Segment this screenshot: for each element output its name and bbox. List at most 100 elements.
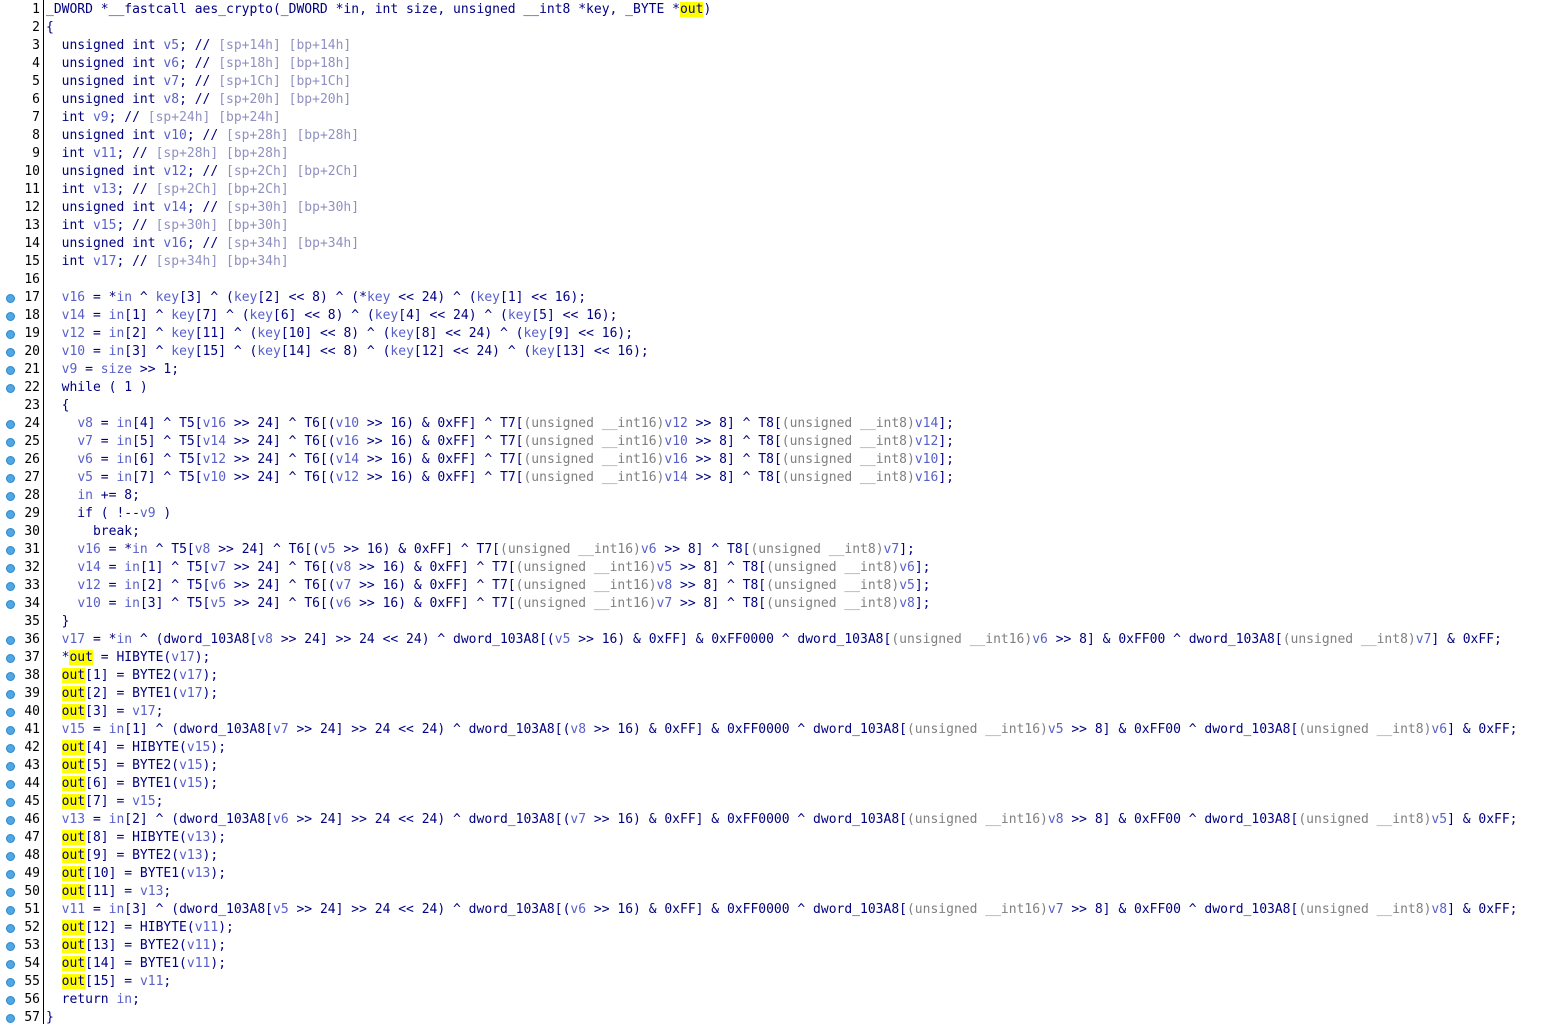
code-line[interactable]: 42 out[4] = HIBYTE(v15); (0, 739, 1562, 757)
code-line[interactable]: 14 unsigned int v16; // [sp+34h] [bp+34h… (0, 235, 1562, 253)
code-text[interactable]: unsigned int v8; // [sp+20h] [bp+20h] (44, 91, 352, 109)
code-line[interactable]: 37 *out = HIBYTE(v17); (0, 649, 1562, 667)
code-text[interactable]: v13 = in[2] ^ (dword_103A8[v6 >> 24] >> … (44, 811, 1518, 829)
code-text[interactable]: v16 = *in ^ key[3] ^ (key[2] << 8) ^ (*k… (44, 289, 586, 307)
code-line[interactable]: 44 out[6] = BYTE1(v15); (0, 775, 1562, 793)
code-line[interactable]: 56 return in; (0, 991, 1562, 1009)
code-line[interactable]: 39 out[2] = BYTE1(v17); (0, 685, 1562, 703)
code-text[interactable]: v11 = in[3] ^ (dword_103A8[v5 >> 24] >> … (44, 901, 1518, 919)
code-text[interactable]: *out = HIBYTE(v17); (44, 649, 210, 667)
code-line[interactable]: 34 v10 = in[3] ^ T5[v5 >> 24] ^ T6[(v6 >… (0, 595, 1562, 613)
code-text[interactable]: out[13] = BYTE2(v11); (44, 937, 226, 955)
code-text[interactable]: in += 8; (44, 487, 140, 505)
code-text[interactable]: out[14] = BYTE1(v11); (44, 955, 226, 973)
code-line[interactable]: 8 unsigned int v10; // [sp+28h] [bp+28h] (0, 127, 1562, 145)
code-line[interactable]: 20 v10 = in[3] ^ key[15] ^ (key[14] << 8… (0, 343, 1562, 361)
code-line[interactable]: 33 v12 = in[2] ^ T5[v6 >> 24] ^ T6[(v7 >… (0, 577, 1562, 595)
code-line[interactable]: 32 v14 = in[1] ^ T5[v7 >> 24] ^ T6[(v8 >… (0, 559, 1562, 577)
code-text[interactable]: v5 = in[7] ^ T5[v10 >> 24] ^ T6[(v12 >> … (44, 469, 954, 487)
code-line[interactable]: 36 v17 = *in ^ (dword_103A8[v8 >> 24] >>… (0, 631, 1562, 649)
code-line[interactable]: 7 int v9; // [sp+24h] [bp+24h] (0, 109, 1562, 127)
code-text[interactable]: v12 = in[2] ^ T5[v6 >> 24] ^ T6[(v7 >> 1… (44, 577, 930, 595)
code-line[interactable]: 6 unsigned int v8; // [sp+20h] [bp+20h] (0, 91, 1562, 109)
code-line[interactable]: 4 unsigned int v6; // [sp+18h] [bp+18h] (0, 55, 1562, 73)
code-line[interactable]: 53 out[13] = BYTE2(v11); (0, 937, 1562, 955)
code-text[interactable]: out[15] = v11; (44, 973, 171, 991)
code-line[interactable]: 11 int v13; // [sp+2Ch] [bp+2Ch] (0, 181, 1562, 199)
code-text[interactable]: } (44, 613, 70, 631)
code-line[interactable]: 57} (0, 1009, 1562, 1027)
code-line[interactable]: 28 in += 8; (0, 487, 1562, 505)
code-text[interactable]: if ( !--v9 ) (44, 505, 171, 523)
pseudocode-editor[interactable]: 1 _DWORD *__fastcall aes_crypto(_DWORD *i… (0, 0, 1562, 1027)
code-text[interactable]: unsigned int v5; // [sp+14h] [bp+14h] (44, 37, 352, 55)
code-line[interactable]: 48 out[9] = BYTE2(v13); (0, 847, 1562, 865)
code-text[interactable]: v12 = in[2] ^ key[11] ^ (key[10] << 8) ^… (44, 325, 633, 343)
code-line[interactable]: 35 } (0, 613, 1562, 631)
code-text[interactable]: _DWORD *__fastcall aes_crypto(_DWORD *in… (44, 1, 711, 19)
code-text[interactable]: unsigned int v16; // [sp+34h] [bp+34h] (44, 235, 359, 253)
code-text[interactable]: out[12] = HIBYTE(v11); (44, 919, 234, 937)
code-text[interactable]: break; (44, 523, 140, 541)
code-line[interactable]: 13 int v15; // [sp+30h] [bp+30h] (0, 217, 1562, 235)
code-text[interactable]: { (44, 19, 54, 37)
code-line[interactable]: 22 while ( 1 ) (0, 379, 1562, 397)
code-text[interactable]: v17 = *in ^ (dword_103A8[v8 >> 24] >> 24… (44, 631, 1502, 649)
code-line[interactable]: 1 _DWORD *__fastcall aes_crypto(_DWORD *i… (0, 1, 1562, 19)
code-line[interactable]: 50 out[11] = v13; (0, 883, 1562, 901)
code-text[interactable]: out[4] = HIBYTE(v15); (44, 739, 226, 757)
code-text[interactable]: int v11; // [sp+28h] [bp+28h] (44, 145, 289, 163)
code-text[interactable]: unsigned int v14; // [sp+30h] [bp+30h] (44, 199, 359, 217)
code-text[interactable]: out[6] = BYTE1(v15); (44, 775, 218, 793)
code-text[interactable]: int v17; // [sp+34h] [bp+34h] (44, 253, 289, 271)
code-text[interactable]: unsigned int v7; // [sp+1Ch] [bp+1Ch] (44, 73, 352, 91)
code-line[interactable]: 54 out[14] = BYTE1(v11); (0, 955, 1562, 973)
code-line[interactable]: 9 int v11; // [sp+28h] [bp+28h] (0, 145, 1562, 163)
code-line[interactable]: 3 unsigned int v5; // [sp+14h] [bp+14h] (0, 37, 1562, 55)
code-line[interactable]: 43 out[5] = BYTE2(v15); (0, 757, 1562, 775)
code-text[interactable]: out[8] = HIBYTE(v13); (44, 829, 226, 847)
code-line[interactable]: 2{ (0, 19, 1562, 37)
code-line[interactable]: 40 out[3] = v17; (0, 703, 1562, 721)
code-line[interactable]: 41 v15 = in[1] ^ (dword_103A8[v7 >> 24] … (0, 721, 1562, 739)
code-line[interactable]: 19 v12 = in[2] ^ key[11] ^ (key[10] << 8… (0, 325, 1562, 343)
code-text[interactable]: v8 = in[4] ^ T5[v16 >> 24] ^ T6[(v10 >> … (44, 415, 954, 433)
code-text[interactable]: v15 = in[1] ^ (dword_103A8[v7 >> 24] >> … (44, 721, 1518, 739)
code-line[interactable]: 5 unsigned int v7; // [sp+1Ch] [bp+1Ch] (0, 73, 1562, 91)
code-text[interactable]: int v9; // [sp+24h] [bp+24h] (44, 109, 281, 127)
code-text[interactable]: v14 = in[1] ^ T5[v7 >> 24] ^ T6[(v8 >> 1… (44, 559, 930, 577)
code-text[interactable]: { (44, 397, 70, 415)
code-text[interactable]: unsigned int v6; // [sp+18h] [bp+18h] (44, 55, 352, 73)
code-text[interactable]: v7 = in[5] ^ T5[v14 >> 24] ^ T6[(v16 >> … (44, 433, 954, 451)
code-line[interactable]: 26 v6 = in[6] ^ T5[v12 >> 24] ^ T6[(v14 … (0, 451, 1562, 469)
code-text[interactable]: v10 = in[3] ^ key[15] ^ (key[14] << 8) ^… (44, 343, 649, 361)
code-text[interactable]: out[5] = BYTE2(v15); (44, 757, 218, 775)
code-text[interactable]: v16 = *in ^ T5[v8 >> 24] ^ T6[(v5 >> 16)… (44, 541, 915, 559)
code-text[interactable]: v14 = in[1] ^ key[7] ^ (key[6] << 8) ^ (… (44, 307, 618, 325)
code-line[interactable]: 45 out[7] = v15; (0, 793, 1562, 811)
code-text[interactable]: unsigned int v10; // [sp+28h] [bp+28h] (44, 127, 359, 145)
code-text[interactable]: out[1] = BYTE2(v17); (44, 667, 218, 685)
code-line[interactable]: 27 v5 = in[7] ^ T5[v10 >> 24] ^ T6[(v12 … (0, 469, 1562, 487)
code-line[interactable]: 18 v14 = in[1] ^ key[7] ^ (key[6] << 8) … (0, 307, 1562, 325)
code-line[interactable]: 17 v16 = *in ^ key[3] ^ (key[2] << 8) ^ … (0, 289, 1562, 307)
code-text[interactable]: return in; (44, 991, 140, 1009)
code-text[interactable]: out[2] = BYTE1(v17); (44, 685, 218, 703)
code-line[interactable]: 38 out[1] = BYTE2(v17); (0, 667, 1562, 685)
code-line[interactable]: 31 v16 = *in ^ T5[v8 >> 24] ^ T6[(v5 >> … (0, 541, 1562, 559)
code-text[interactable]: int v13; // [sp+2Ch] [bp+2Ch] (44, 181, 289, 199)
code-text[interactable]: v6 = in[6] ^ T5[v12 >> 24] ^ T6[(v14 >> … (44, 451, 954, 469)
code-line[interactable]: 47 out[8] = HIBYTE(v13); (0, 829, 1562, 847)
code-text[interactable]: int v15; // [sp+30h] [bp+30h] (44, 217, 289, 235)
code-line[interactable]: 24 v8 = in[4] ^ T5[v16 >> 24] ^ T6[(v10 … (0, 415, 1562, 433)
code-line[interactable]: 30 break; (0, 523, 1562, 541)
code-text[interactable]: out[9] = BYTE2(v13); (44, 847, 218, 865)
code-line[interactable]: 55 out[15] = v11; (0, 973, 1562, 991)
code-text[interactable]: while ( 1 ) (44, 379, 148, 397)
code-line[interactable]: 15 int v17; // [sp+34h] [bp+34h] (0, 253, 1562, 271)
code-text[interactable]: v9 = size >> 1; (44, 361, 179, 379)
code-text[interactable]: out[3] = v17; (44, 703, 163, 721)
code-line[interactable]: 16 (0, 271, 1562, 289)
code-line[interactable]: 23 { (0, 397, 1562, 415)
code-line[interactable]: 10 unsigned int v12; // [sp+2Ch] [bp+2Ch… (0, 163, 1562, 181)
